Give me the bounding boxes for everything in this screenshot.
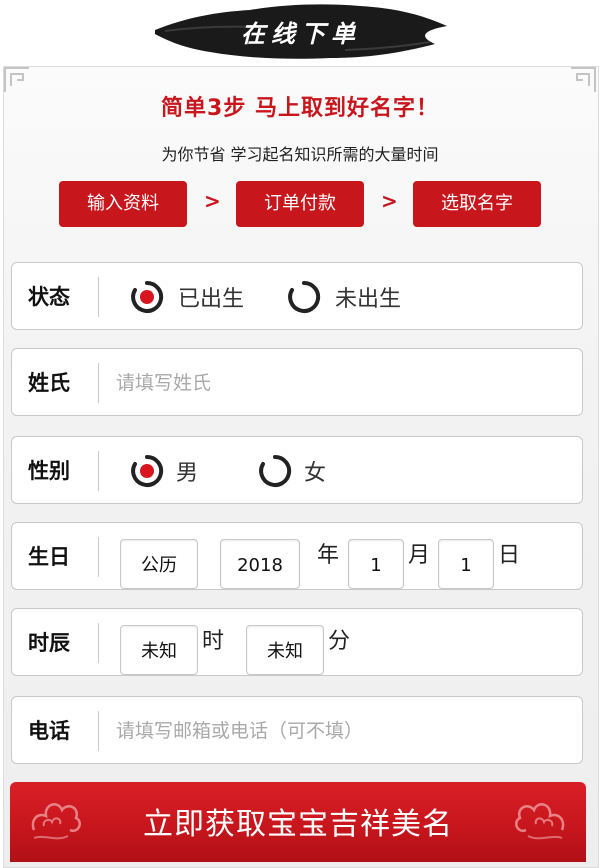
birthday-row: 生日 公历 2018 年 1 月 1 日 xyxy=(11,522,583,590)
phone-input[interactable]: 请填写邮箱或电话（可不填） xyxy=(116,697,363,765)
divider xyxy=(98,623,99,663)
phone-label: 电话 xyxy=(28,719,70,743)
radio-unselected-icon xyxy=(259,454,292,487)
calendar-select[interactable]: 公历 xyxy=(120,539,198,589)
header-banner: 在线下单 xyxy=(155,0,447,62)
header-title: 在线下单 xyxy=(241,19,361,48)
hour-unit: 时 xyxy=(202,629,225,654)
minute-select[interactable]: 未知 xyxy=(246,625,324,675)
headline: 简单3步 马上取到好名字！ xyxy=(161,96,439,121)
gender-female-radio[interactable]: 女 xyxy=(258,454,326,488)
status-unborn-text: 未出生 xyxy=(335,287,402,312)
step-arrow: > xyxy=(381,189,398,213)
status-unborn-radio[interactable]: 未出生 xyxy=(287,280,401,314)
divider xyxy=(98,537,99,577)
gender-label: 性别 xyxy=(28,459,70,483)
hour-select[interactable]: 未知 xyxy=(120,625,198,675)
submit-label: 立即获取宝宝吉祥美名 xyxy=(143,807,453,842)
surname-input[interactable]: 请填写姓氏 xyxy=(116,349,211,417)
birthday-label: 生日 xyxy=(28,545,70,569)
gender-row: 性别 男 女 xyxy=(11,436,583,504)
birth-time-row: 时辰 未知 时 未知 分 xyxy=(11,608,583,676)
day-select[interactable]: 1 xyxy=(438,539,494,589)
radio-unselected-icon xyxy=(288,280,321,313)
gender-male-text: 男 xyxy=(176,461,199,486)
gender-male-radio[interactable]: 男 xyxy=(130,454,198,488)
step-choose-name: 选取名字 xyxy=(413,181,541,227)
status-born-text: 已出生 xyxy=(178,287,245,312)
year-select[interactable]: 2018 xyxy=(220,539,300,589)
step-arrow: > xyxy=(204,189,221,213)
divider xyxy=(98,363,99,403)
divider xyxy=(98,711,99,751)
phone-row: 电话 请填写邮箱或电话（可不填） xyxy=(11,696,583,764)
step-input-info: 输入资料 xyxy=(59,181,187,227)
surname-row: 姓氏 请填写姓氏 xyxy=(11,348,583,416)
step-payment: 订单付款 xyxy=(236,181,364,227)
minute-unit: 分 xyxy=(328,629,351,654)
submit-button[interactable]: 立即获取宝宝吉祥美名 xyxy=(10,782,586,862)
status-row: 状态 已出生 未出生 xyxy=(11,262,583,330)
status-born-radio[interactable]: 已出生 xyxy=(130,280,244,314)
surname-label: 姓氏 xyxy=(28,371,70,395)
month-select[interactable]: 1 xyxy=(348,539,404,589)
birth-time-label: 时辰 xyxy=(28,631,70,655)
divider xyxy=(98,451,99,491)
divider xyxy=(98,277,99,317)
subline: 为你节省 学习起名知识所需的大量时间 xyxy=(161,145,439,164)
radio-selected-icon xyxy=(131,280,164,313)
month-unit: 月 xyxy=(408,543,431,568)
radio-selected-icon xyxy=(131,454,164,487)
status-label: 状态 xyxy=(28,285,70,309)
day-unit: 日 xyxy=(498,543,521,568)
gender-female-text: 女 xyxy=(304,461,327,486)
year-unit: 年 xyxy=(317,543,340,568)
